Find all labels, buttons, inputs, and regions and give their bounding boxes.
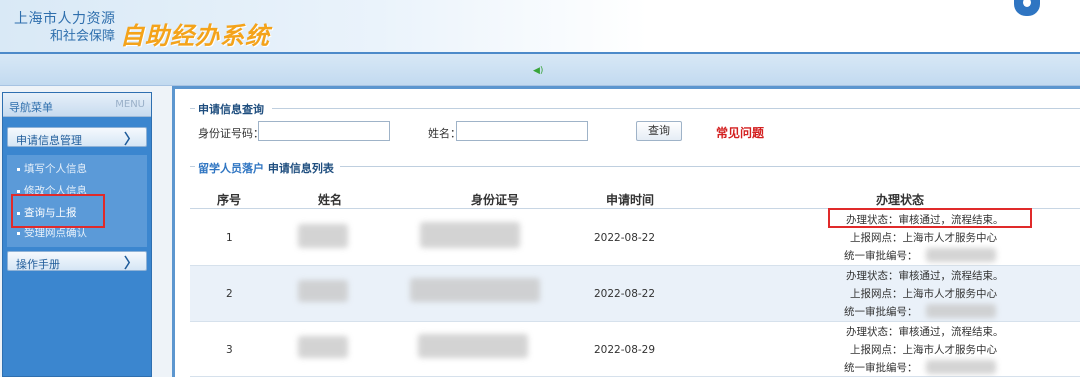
row-seq: 1 (226, 232, 233, 244)
station-line: 上报网点：上海市人才服务中心 (850, 288, 997, 300)
menu-group-application-management[interactable]: 申请信息管理 〉 (7, 127, 147, 148)
row-seq: 3 (226, 344, 233, 356)
id-number-label: 身份证号码： (198, 127, 264, 140)
table-row[interactable]: 3 2022-08-29 办理状态：审核通过，流程结束。 上报网点：上海市人才服… (190, 322, 1080, 377)
nav-menu-title: 导航菜单 (9, 101, 53, 114)
query-button[interactable]: 查询 (636, 121, 682, 141)
redacted-name (298, 336, 348, 358)
row-date: 2022-08-22 (594, 288, 656, 300)
station-line: 上报网点：上海市人才服务中心 (850, 232, 997, 244)
id-number-input[interactable] (258, 121, 390, 141)
faq-link[interactable]: 常见问题 (716, 124, 764, 141)
nav-menu: 导航菜单 MENU 申请信息管理 〉 填写个人信息 修改个人信息 查询与上报 受… (2, 92, 152, 377)
nav-menu-header: 导航菜单 MENU (3, 93, 151, 117)
fieldset-border (190, 108, 195, 109)
redacted-name (298, 280, 348, 302)
approval-line: 统一审批编号： (844, 362, 918, 374)
highlight-box-sidebar (11, 194, 105, 228)
chevron-right-icon: 〉 (124, 132, 138, 148)
redacted-name (298, 224, 348, 248)
approval-line: 统一审批编号： (844, 250, 918, 262)
status-line: 办理状态：审核通过，流程结束。 (846, 326, 1004, 338)
fieldset-border (190, 166, 195, 167)
chevron-right-icon: 〉 (124, 256, 138, 272)
speaker-icon[interactable]: ◀) (533, 67, 543, 76)
list-section-name: 申请信息列表 (267, 162, 334, 175)
status-line: 办理状态：审核通过，流程结束。 (846, 270, 1004, 282)
highlight-box-status (828, 208, 1032, 228)
fieldset-border (340, 166, 1080, 167)
user-avatar-icon[interactable] (1014, 0, 1040, 16)
table-row[interactable]: 2 2022-08-22 办理状态：审核通过，流程结束。 上报网点：上海市人才服… (190, 266, 1080, 322)
sidebar-item-fill-info[interactable]: 填写个人信息 (17, 161, 87, 176)
menu-group-label: 申请信息管理 (16, 134, 82, 147)
column-header-seq: 序号 (216, 193, 241, 207)
redacted-approval-number (926, 360, 996, 374)
app-header: 上海市人力资源 和社会保障 自助经办系统 (0, 0, 1080, 52)
column-header-status: 办理状态 (875, 193, 924, 207)
list-section-title: 留学人员落户 申请信息列表 (198, 160, 334, 176)
table-header: 序号 姓名 身份证号 申请时间 办理状态 (190, 191, 1080, 209)
column-header-date: 申请时间 (605, 193, 654, 207)
top-toolbar: ◀) (0, 52, 1080, 86)
approval-line: 统一审批编号： (844, 306, 918, 318)
redacted-approval-number (926, 248, 996, 262)
station-line: 上报网点：上海市人才服务中心 (850, 344, 997, 356)
redacted-id (420, 222, 520, 248)
redacted-approval-number (926, 304, 996, 318)
list-section-prefix: 留学人员落户 (198, 162, 264, 175)
sidebar: 导航菜单 MENU 申请信息管理 〉 填写个人信息 修改个人信息 查询与上报 受… (0, 86, 166, 377)
system-title: 自助经办系统 (120, 22, 270, 50)
menu-group-manual[interactable]: 操作手册 〉 (7, 251, 147, 272)
search-section-title: 申请信息查询 (198, 103, 264, 116)
menu-group-label: 操作手册 (16, 258, 60, 271)
column-header-name: 姓名 (317, 193, 342, 207)
row-seq: 2 (226, 288, 233, 300)
redacted-id (410, 278, 540, 302)
name-input[interactable] (456, 121, 588, 141)
row-date: 2022-08-29 (594, 344, 656, 356)
fieldset-border (272, 108, 1080, 109)
redacted-id (418, 334, 528, 358)
row-date: 2022-08-22 (594, 232, 656, 244)
nav-menu-title-en: MENU (115, 99, 145, 110)
column-header-id: 身份证号 (470, 193, 519, 207)
org-name-line2: 和社会保障 (50, 29, 116, 44)
